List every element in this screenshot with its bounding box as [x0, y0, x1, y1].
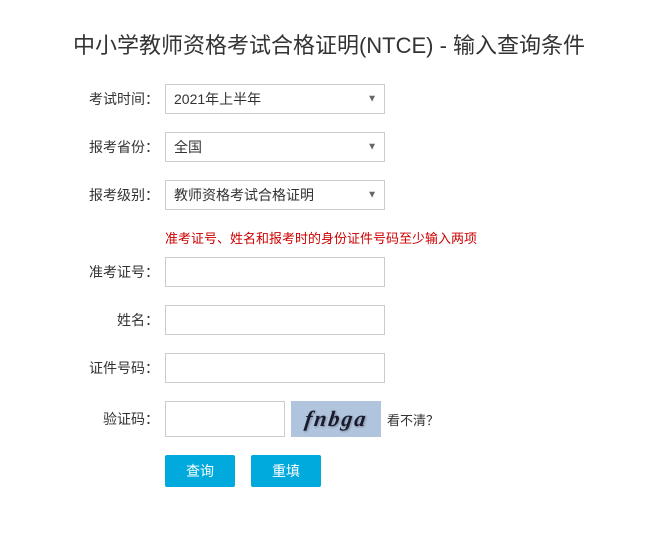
query-button[interactable]: 查询 — [165, 455, 235, 487]
exam-time-label: 考试时间 — [69, 89, 159, 109]
level-select[interactable]: 教师资格考试合格证明 其他 — [165, 180, 385, 210]
id-input[interactable] — [165, 353, 385, 383]
form-container: 考试时间 2021年上半年 2021年下半年 2020年上半年 2020年下半年… — [69, 84, 589, 487]
captcha-refresh-link[interactable]: 看不清？ — [387, 410, 439, 429]
error-message: 准考证号、姓名和报考时的身份证件号码至少输入两项 — [69, 228, 589, 247]
captcha-label: 验证码 — [69, 409, 159, 429]
captcha-image[interactable]: fnbga — [291, 401, 381, 437]
exam-time-row: 考试时间 2021年上半年 2021年下半年 2020年上半年 2020年下半年… — [69, 84, 589, 114]
page-title: 中小学教师资格考试合格证明(NTCE) - 输入查询条件 — [53, 0, 605, 84]
level-row: 报考级别 教师资格考试合格证明 其他 ▼ — [69, 180, 589, 210]
name-label: 姓名 — [69, 310, 159, 330]
button-row: 查询 重填 — [69, 455, 589, 487]
ticket-label: 准考证号 — [69, 262, 159, 282]
name-row: 姓名 — [69, 305, 589, 335]
ticket-row: 准考证号 — [69, 257, 589, 287]
exam-time-select[interactable]: 2021年上半年 2021年下半年 2020年上半年 2020年下半年 — [165, 84, 385, 114]
level-label: 报考级别 — [69, 185, 159, 205]
level-select-wrapper: 教师资格考试合格证明 其他 ▼ — [165, 180, 385, 210]
id-row: 证件号码 — [69, 353, 589, 383]
province-select-wrapper: 全国 北京 上海 广东 ▼ — [165, 132, 385, 162]
reset-button[interactable]: 重填 — [251, 455, 321, 487]
province-label: 报考省份 — [69, 137, 159, 157]
id-label: 证件号码 — [69, 358, 159, 378]
province-select[interactable]: 全国 北京 上海 广东 — [165, 132, 385, 162]
exam-time-select-wrapper: 2021年上半年 2021年下半年 2020年上半年 2020年下半年 ▼ — [165, 84, 385, 114]
name-input[interactable] — [165, 305, 385, 335]
captcha-row: 验证码 fnbga 看不清？ — [69, 401, 589, 437]
captcha-text: fnbga — [303, 406, 369, 432]
ticket-input[interactable] — [165, 257, 385, 287]
captcha-input[interactable] — [165, 401, 285, 437]
province-row: 报考省份 全国 北京 上海 广东 ▼ — [69, 132, 589, 162]
